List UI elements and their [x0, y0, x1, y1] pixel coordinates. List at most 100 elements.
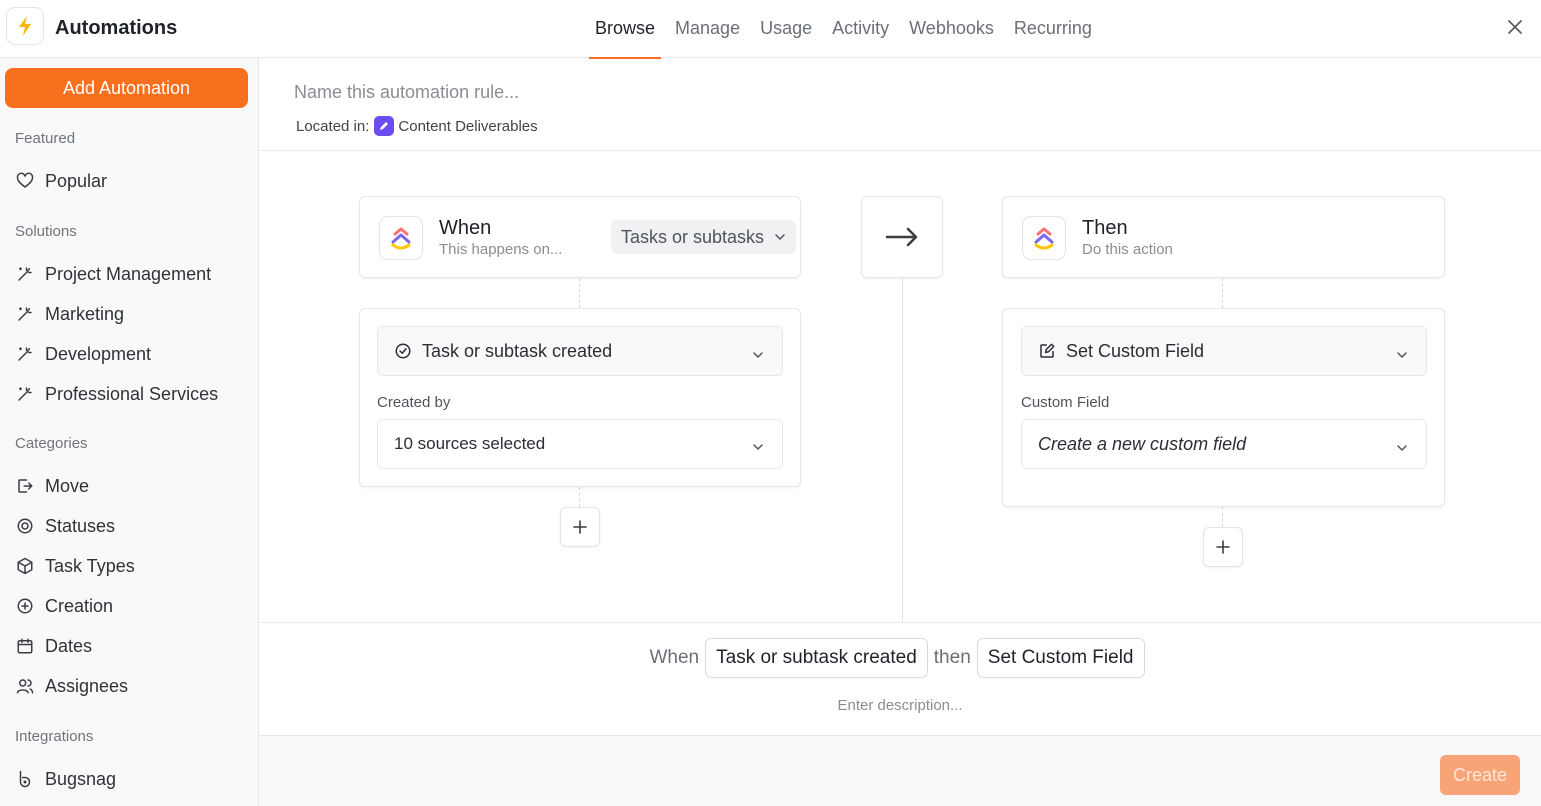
sidebar-item-label: Development [45, 343, 152, 364]
sidebar-item-development[interactable]: Development [15, 339, 151, 369]
action-event-label: Set Custom Field [1066, 340, 1205, 361]
close-icon[interactable] [1503, 15, 1527, 39]
rule-name-input[interactable] [294, 80, 894, 104]
sidebar-item-popular[interactable]: Popular [15, 166, 107, 196]
chevron-down-icon [752, 345, 764, 366]
chevron-down-icon [1396, 345, 1408, 366]
app-title: Automations [55, 17, 178, 39]
custom-field-value: Create a new custom field [1038, 433, 1247, 454]
tab-recurring[interactable]: Recurring [1004, 0, 1102, 58]
sidebar: Add Automation Featured Popular Solution… [0, 58, 259, 806]
create-button[interactable]: Create [1440, 755, 1520, 795]
sidebar-item-label: Popular [45, 170, 108, 191]
action-config-card: Set Custom Field Custom Field Create a n… [1002, 308, 1445, 507]
rule-summary: When Task or subtask created then Set Cu… [259, 638, 1541, 678]
trigger-config-card: Task or subtask created Created by 10 so… [359, 308, 801, 487]
created-by-dropdown[interactable]: 10 sources selected [377, 419, 783, 469]
chevron-down-icon [1396, 438, 1408, 459]
trigger-scope-dropdown[interactable]: Tasks or subtasks [611, 220, 797, 254]
automation-editor: Located in: Content Deliverables When Th… [259, 58, 1541, 806]
sidebar-item-label: Dates [45, 635, 93, 656]
add-condition-button[interactable] [560, 507, 600, 547]
connector-line [579, 487, 580, 507]
users-icon [15, 676, 35, 696]
pencil-icon [374, 116, 395, 136]
check-circle-icon [394, 342, 412, 360]
tab-manage[interactable]: Manage [665, 0, 750, 58]
section-integrations: Integrations [15, 728, 94, 745]
sidebar-item-marketing[interactable]: Marketing [15, 299, 124, 329]
sidebar-item-label: Professional Services [45, 383, 219, 404]
chevron-down-icon [774, 231, 786, 243]
tab-bar: Browse Manage Usage Activity Webhooks Re… [585, 0, 1102, 59]
sidebar-item-label: Task Types [45, 555, 135, 576]
custom-field-label: Custom Field [1021, 394, 1110, 411]
sidebar-item-professional-services[interactable]: Professional Services [15, 379, 218, 409]
trigger-title: When [439, 217, 492, 239]
footer: Create [259, 735, 1541, 806]
action-event-dropdown[interactable]: Set Custom Field [1021, 326, 1427, 376]
calendar-icon [15, 636, 35, 656]
sidebar-item-label: Bugsnag [45, 768, 117, 789]
center-divider [902, 278, 903, 622]
add-automation-button[interactable]: Add Automation [5, 68, 248, 108]
location-link[interactable]: Content Deliverables [398, 118, 537, 135]
section-categories: Categories [15, 435, 88, 452]
description-input[interactable] [700, 694, 1100, 716]
clickup-logo-icon [1022, 216, 1066, 260]
created-by-value: 10 sources selected [394, 434, 546, 453]
sidebar-item-label: Creation [45, 595, 114, 616]
trigger-event-dropdown[interactable]: Task or subtask created [377, 326, 783, 376]
tab-browse[interactable]: Browse [585, 0, 665, 59]
plus-icon [1216, 540, 1230, 554]
cube-icon [15, 556, 35, 576]
chevron-down-icon [752, 438, 764, 458]
magic-wand-icon [15, 304, 35, 324]
bugsnag-icon [15, 769, 35, 789]
top-bar: Automations Browse Manage Usage Activity… [0, 0, 1541, 59]
tab-webhooks[interactable]: Webhooks [899, 0, 1004, 58]
sidebar-item-bugsnag[interactable]: Bugsnag [15, 764, 116, 794]
magic-wand-icon [15, 384, 35, 404]
sidebar-item-label: Assignees [45, 675, 129, 696]
sidebar-item-task-types[interactable]: Task Types [15, 551, 135, 581]
tab-activity[interactable]: Activity [822, 0, 899, 58]
summary-then: then [933, 647, 971, 668]
sidebar-item-label: Move [45, 475, 90, 496]
custom-field-dropdown[interactable]: Create a new custom field [1021, 419, 1427, 469]
trigger-header-card: When This happens on... Tasks or subtask… [359, 196, 801, 278]
connector-line [1222, 278, 1223, 308]
sidebar-item-label: Statuses [45, 515, 116, 536]
tab-usage[interactable]: Usage [750, 0, 822, 58]
location-line: Located in: Content Deliverables [296, 116, 538, 136]
sidebar-item-dates[interactable]: Dates [15, 631, 92, 661]
connector-line [1222, 507, 1223, 527]
created-by-label: Created by [377, 394, 451, 411]
summary-trigger-chip[interactable]: Task or subtask created [705, 638, 928, 678]
magic-wand-icon [15, 344, 35, 364]
plus-circle-icon [15, 596, 35, 616]
add-action-button[interactable] [1203, 527, 1243, 567]
action-header-card: Then Do this action [1002, 196, 1445, 278]
action-title: Then [1082, 217, 1128, 239]
action-subtitle: Do this action [1082, 241, 1173, 258]
summary-when: When [649, 647, 700, 668]
sidebar-item-assignees[interactable]: Assignees [15, 671, 128, 701]
sidebar-item-project-management[interactable]: Project Management [15, 259, 211, 289]
magic-wand-icon [15, 264, 35, 284]
connector-line [579, 278, 580, 308]
sidebar-item-move[interactable]: Move [15, 471, 89, 501]
sidebar-item-creation[interactable]: Creation [15, 591, 113, 621]
sidebar-item-statuses[interactable]: Statuses [15, 511, 115, 541]
sidebar-item-label: Project Management [45, 263, 212, 284]
plus-icon [573, 520, 587, 534]
arrow-right-icon [885, 227, 918, 247]
trigger-event-label: Task or subtask created [422, 340, 613, 361]
divider [259, 150, 1541, 151]
clickup-logo-icon [379, 216, 423, 260]
move-icon [15, 476, 35, 496]
divider [259, 622, 1541, 623]
trigger-scope-label: Tasks or subtasks [621, 226, 765, 247]
summary-action-chip[interactable]: Set Custom Field [976, 638, 1145, 678]
section-featured: Featured [15, 130, 76, 147]
